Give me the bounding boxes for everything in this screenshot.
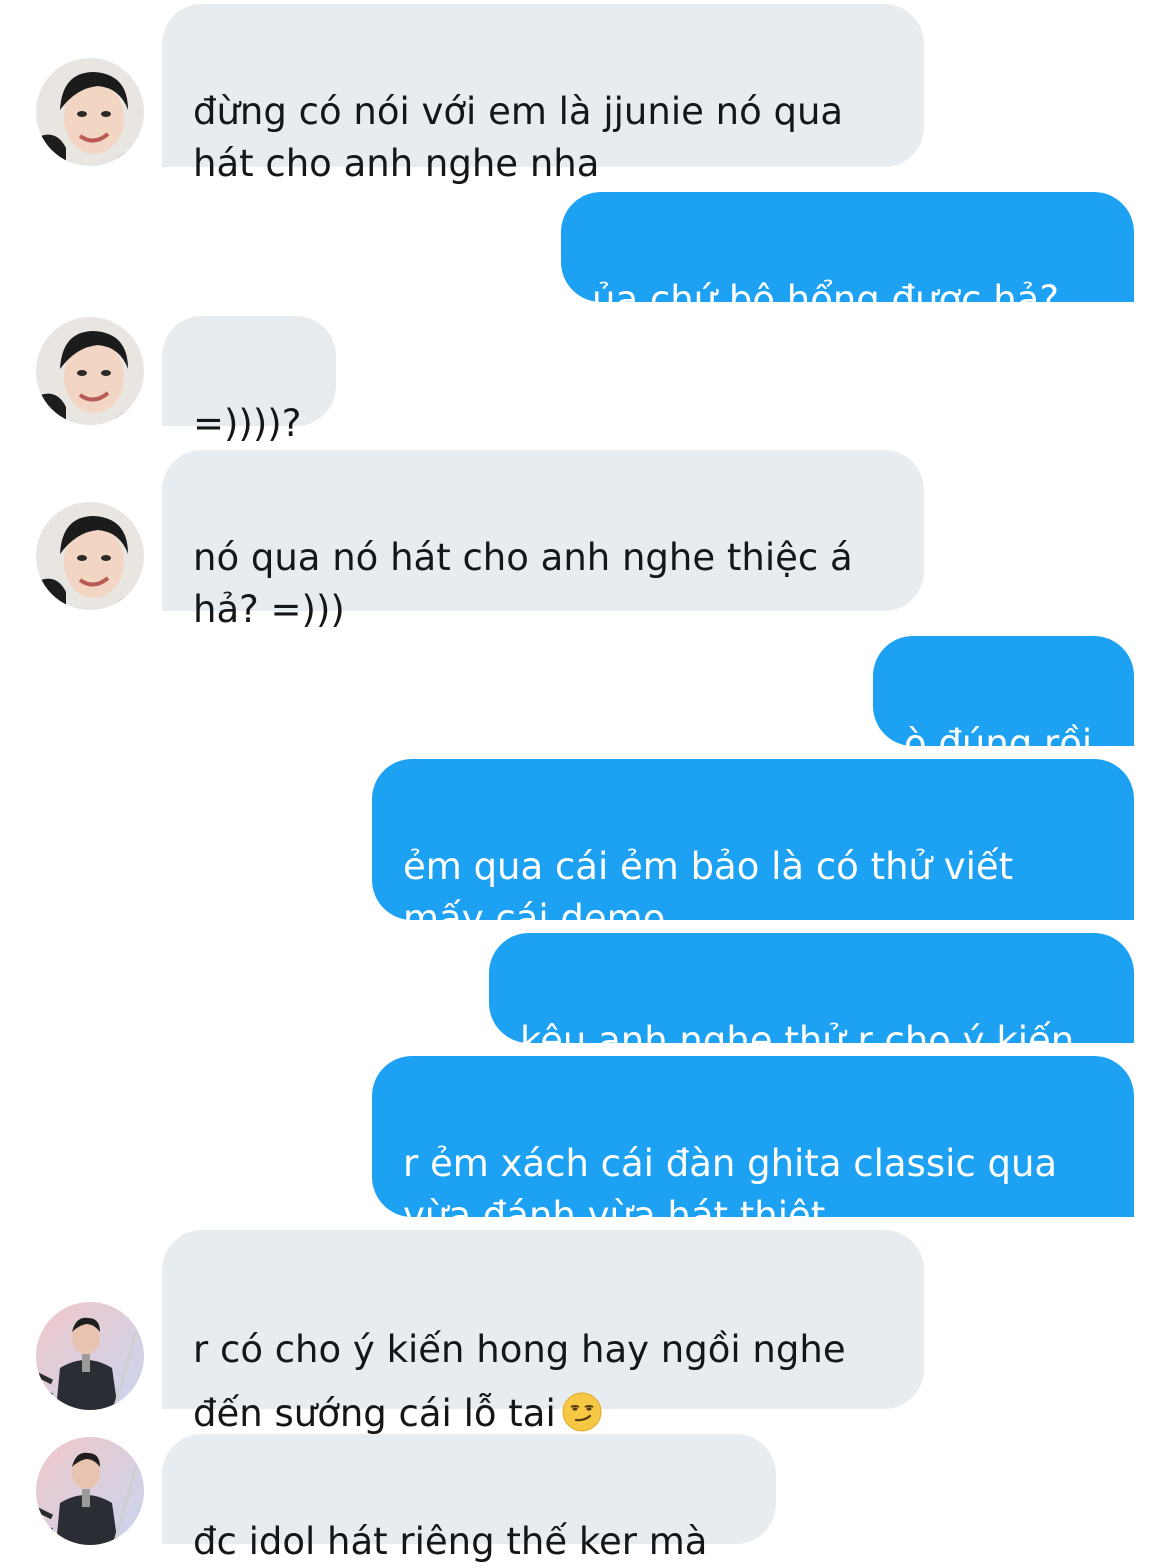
message-text: r có cho ý kiến hong hay ngồi nghe đến s… — [193, 1328, 846, 1435]
avatar-portrait-icon — [36, 58, 144, 166]
message-text: =))))? — [193, 402, 302, 445]
message-bubble-incoming[interactable]: r có cho ý kiến hong hay ngồi nghe đến s… — [162, 1230, 924, 1435]
avatar-portrait-icon — [36, 502, 144, 610]
message-bubble-outgoing[interactable]: ò đúng rồi — [873, 636, 1134, 765]
message-text: ủa chứ bộ hổng được hả? — [592, 278, 1059, 321]
message-bubble-outgoing[interactable]: kêu anh nghe thử r cho ý kiến — [489, 933, 1134, 1062]
message-text: r ẻm xách cái đàn ghita classic qua vừa … — [403, 1142, 1058, 1237]
avatar[interactable] — [36, 1302, 144, 1410]
avatar-stage-icon — [36, 1302, 144, 1410]
message-text: đừng có nói với em là jjunie nó qua hát … — [193, 90, 844, 185]
message-bubble-incoming[interactable]: nó qua nó hát cho anh nghe thiệc á hả? =… — [162, 450, 924, 631]
avatar[interactable] — [36, 1437, 144, 1545]
message-text: nó qua nó hát cho anh nghe thiệc á hả? =… — [193, 536, 853, 631]
message-bubble-outgoing[interactable]: ủa chứ bộ hổng được hả? — [561, 192, 1134, 321]
avatar[interactable] — [36, 58, 144, 166]
message-bubble-incoming[interactable]: đừng có nói với em là jjunie nó qua hát … — [162, 4, 924, 185]
smirking-face-emoji-icon — [562, 1392, 602, 1432]
avatar-stage-icon — [36, 1437, 144, 1545]
message-bubble-outgoing[interactable]: ẻm qua cái ẻm bảo là có thử viết mấy cái… — [372, 759, 1134, 940]
message-bubble-incoming[interactable]: =))))? — [162, 316, 336, 445]
message-text: đc idol hát riêng thế ker mà — [193, 1520, 708, 1563]
message-text: ẻm qua cái ẻm bảo là có thử viết mấy cái… — [403, 845, 1014, 940]
avatar[interactable] — [36, 317, 144, 425]
avatar[interactable] — [36, 502, 144, 610]
message-bubble-incoming[interactable]: đc idol hát riêng thế ker mà — [162, 1434, 776, 1563]
avatar-portrait-icon — [36, 317, 144, 425]
message-bubble-outgoing[interactable]: r ẻm xách cái đàn ghita classic qua vừa … — [372, 1056, 1134, 1237]
